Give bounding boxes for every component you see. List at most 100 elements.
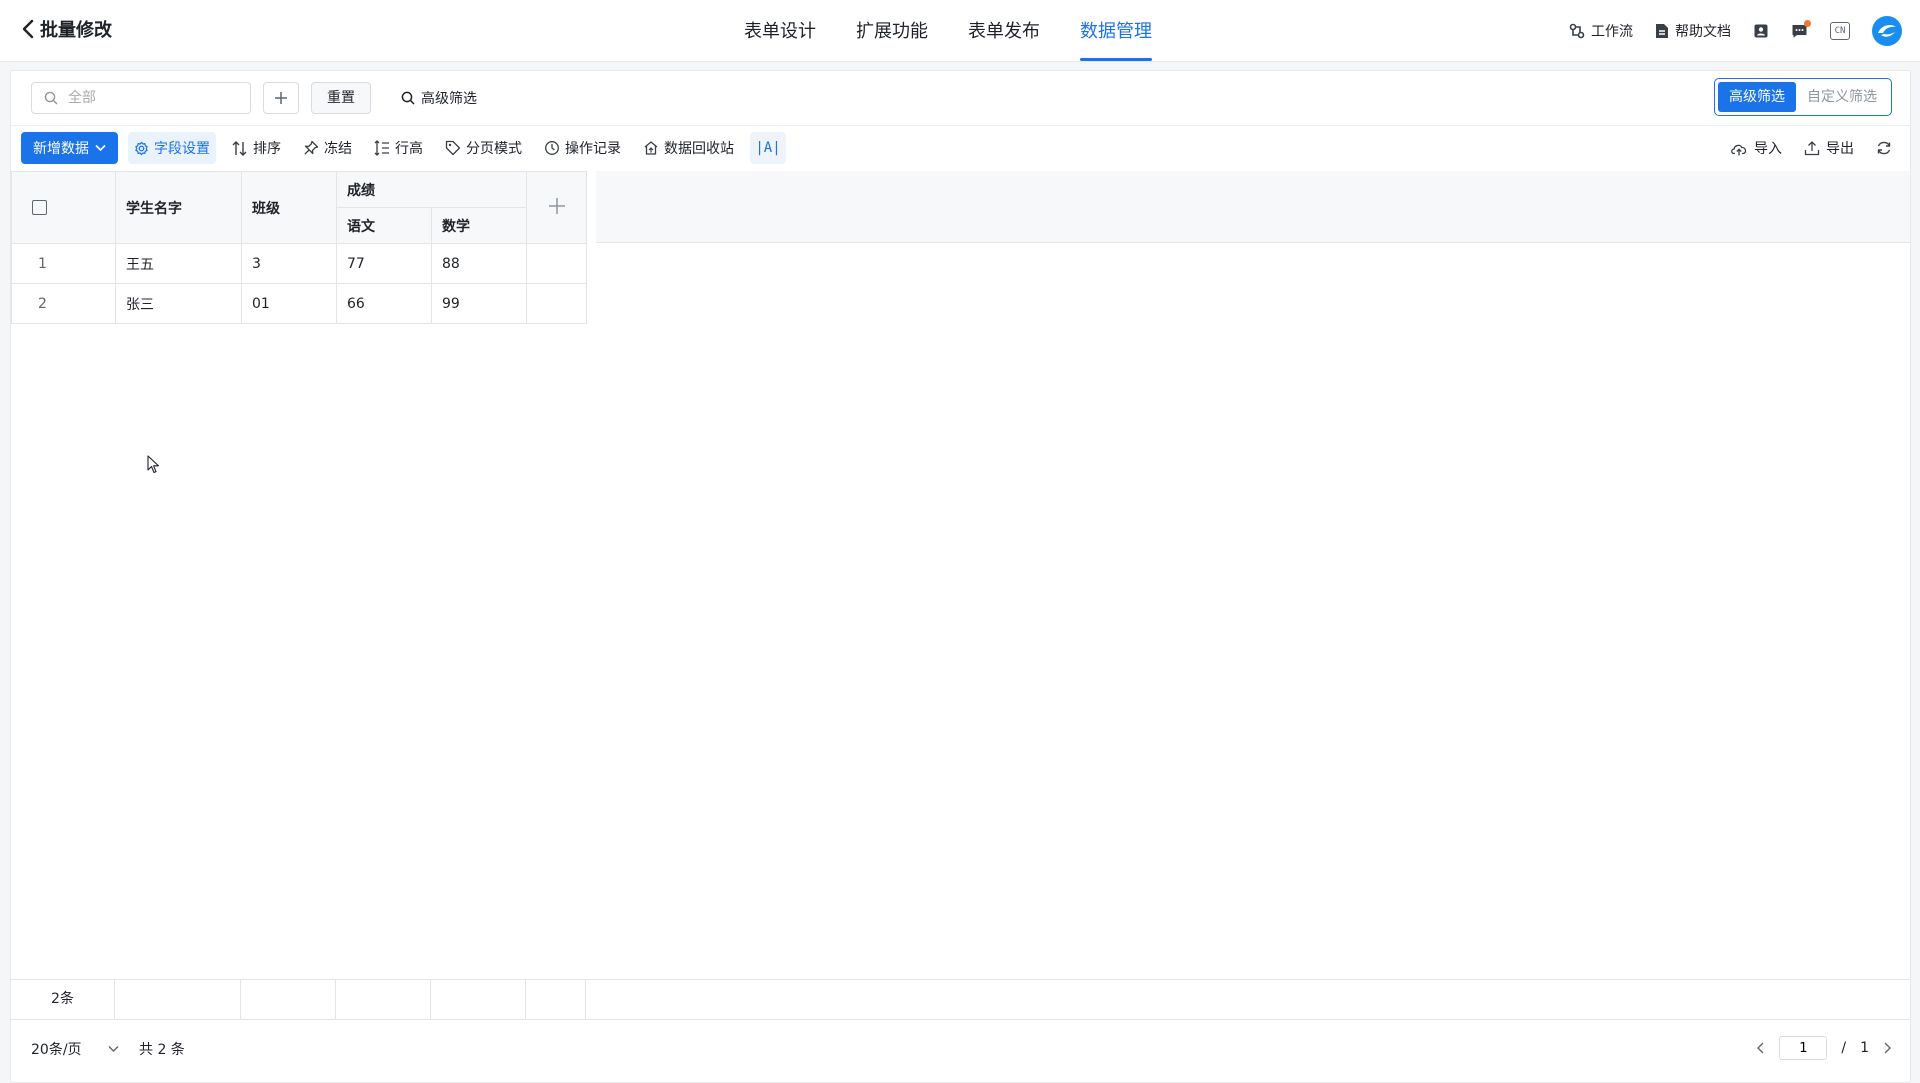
cell-class[interactable]: 3 (241, 243, 337, 284)
cell-name[interactable]: 张三 (115, 283, 242, 324)
text-wrap-toggle[interactable]: |A| (750, 132, 786, 164)
freeze-label: 冻结 (324, 141, 352, 157)
cell-class[interactable]: 01 (241, 283, 337, 324)
data-table: 学生名字 班级 成绩 语文 数学 1 王五 3 77 88 2 张三 01 66… (11, 171, 587, 324)
document-icon (1655, 23, 1669, 39)
page-navigator: / 1 (1756, 1036, 1892, 1060)
sort-button[interactable]: 排序 (226, 132, 287, 164)
search-box[interactable] (31, 82, 251, 114)
import-label: 导入 (1754, 141, 1782, 157)
field-settings-button[interactable]: 字段设置 (128, 132, 216, 164)
next-page-button[interactable] (1883, 1042, 1892, 1054)
pin-icon (303, 140, 319, 156)
add-data-label: 新增数据 (33, 141, 89, 157)
prev-page-button[interactable] (1756, 1042, 1765, 1054)
cell-math[interactable]: 99 (431, 283, 527, 324)
search-input[interactable] (66, 89, 230, 107)
filter-mode-switch: 高级筛选 自定义筛选 (1714, 78, 1892, 116)
sort-label: 排序 (253, 141, 281, 157)
tab-extensions[interactable]: 扩展功能 (856, 0, 928, 61)
table-row[interactable]: 2 张三 01 66 99 (11, 283, 587, 324)
main-tabs: 表单设计 扩展功能 表单发布 数据管理 (744, 0, 1152, 61)
tab-form-design[interactable]: 表单设计 (744, 0, 816, 61)
summary-count: 2条 (51, 991, 74, 1007)
row-height-button[interactable]: 行高 (368, 132, 429, 164)
export-button[interactable]: 导出 (1804, 138, 1854, 158)
tab-data-management[interactable]: 数据管理 (1080, 0, 1152, 61)
select-all-checkbox[interactable] (32, 200, 47, 215)
cell-name[interactable]: 王五 (115, 243, 242, 284)
summary-cell (241, 980, 336, 1019)
column-header-math[interactable]: 数学 (431, 207, 527, 244)
header-tools: 工作流 帮助文档 CN (1569, 14, 1902, 48)
workflow-icon (1569, 23, 1585, 39)
cell-math[interactable]: 88 (431, 243, 527, 284)
cell-chinese[interactable]: 77 (336, 243, 432, 284)
total-pages: 1 (1860, 1040, 1869, 1056)
mouse-cursor-icon (147, 455, 160, 474)
contact-card-icon (1753, 23, 1769, 39)
search-icon (44, 91, 58, 105)
add-column-button[interactable] (548, 197, 566, 215)
filter-bar: 重置 高级筛选 高级筛选 自定义筛选 (11, 71, 1910, 126)
chevron-left-icon (1757, 1042, 1764, 1054)
column-header-chinese[interactable]: 语文 (336, 207, 432, 244)
select-all-cell (11, 171, 116, 244)
reset-button[interactable]: 重置 (311, 82, 371, 114)
add-data-button[interactable]: 新增数据 (21, 132, 118, 164)
row-height-icon (374, 140, 390, 156)
import-button[interactable]: 导入 (1730, 138, 1782, 158)
user-avatar[interactable] (1872, 16, 1902, 46)
contacts-button[interactable] (1753, 23, 1769, 39)
brand-logo-icon (1876, 22, 1898, 40)
pagination: 20条/页 共 2 条 / 1 (11, 1020, 1910, 1082)
recycle-bin-label: 数据回收站 (664, 141, 734, 157)
chevron-left-icon (22, 19, 34, 39)
upload-icon (1804, 140, 1820, 156)
filter-mode-advanced[interactable]: 高级筛选 (1718, 82, 1796, 112)
cell-empty (526, 243, 587, 284)
data-panel: 重置 高级筛选 高级筛选 自定义筛选 新增数据 字段设置 (10, 70, 1911, 1083)
refresh-button[interactable] (1876, 140, 1892, 156)
advanced-filter-link[interactable]: 高级筛选 (401, 82, 477, 114)
cell-chinese[interactable]: 66 (336, 283, 432, 324)
workflow-label: 工作流 (1591, 24, 1633, 40)
back-button[interactable]: 批量修改 (22, 16, 112, 42)
tab-form-publish[interactable]: 表单发布 (968, 0, 1040, 61)
chevron-down-icon (95, 144, 106, 152)
operation-log-button[interactable]: 操作记录 (538, 132, 627, 164)
workflow-button[interactable]: 工作流 (1569, 21, 1633, 41)
language-button[interactable]: CN (1830, 22, 1850, 40)
help-docs-button[interactable]: 帮助文档 (1655, 21, 1731, 41)
chevron-right-icon (1884, 1042, 1891, 1054)
page-separator: / (1841, 1040, 1847, 1056)
row-index: 1 (11, 243, 116, 284)
row-height-label: 行高 (395, 141, 423, 157)
operation-log-label: 操作记录 (565, 141, 621, 157)
notification-dot (1804, 20, 1811, 27)
header-fill (596, 171, 1910, 243)
page-size-select[interactable]: 20条/页 (31, 1039, 119, 1059)
freeze-button[interactable]: 冻结 (297, 132, 358, 164)
page-size-value: 20条/页 (31, 1042, 82, 1058)
cell-empty (526, 283, 587, 324)
column-header-class[interactable]: 班级 (241, 171, 337, 244)
tag-icon (445, 140, 461, 156)
recycle-bin-button[interactable]: 数据回收站 (637, 132, 740, 164)
gear-icon (134, 141, 149, 156)
current-page-input[interactable] (1779, 1036, 1828, 1060)
paging-mode-button[interactable]: 分页模式 (439, 132, 528, 164)
filter-mode-custom[interactable]: 自定义筛选 (1796, 82, 1888, 112)
add-filter-button[interactable] (263, 82, 299, 114)
table-row[interactable]: 1 王五 3 77 88 (11, 243, 587, 284)
column-header-name[interactable]: 学生名字 (115, 171, 242, 244)
summary-cell (115, 980, 241, 1019)
help-docs-label: 帮助文档 (1675, 24, 1731, 40)
toolbar-left: 新增数据 字段设置 排序 冻结 行高 分页模式 操作记录 数据回收站 |A| (21, 132, 786, 164)
toolbar-right: 导入 导出 (1730, 132, 1892, 164)
advanced-filter-label: 高级筛选 (421, 91, 477, 107)
messages-button[interactable] (1791, 20, 1811, 39)
cloud-upload-icon (1730, 141, 1748, 156)
column-group-scores[interactable]: 成绩 (336, 171, 527, 208)
export-label: 导出 (1826, 141, 1854, 157)
